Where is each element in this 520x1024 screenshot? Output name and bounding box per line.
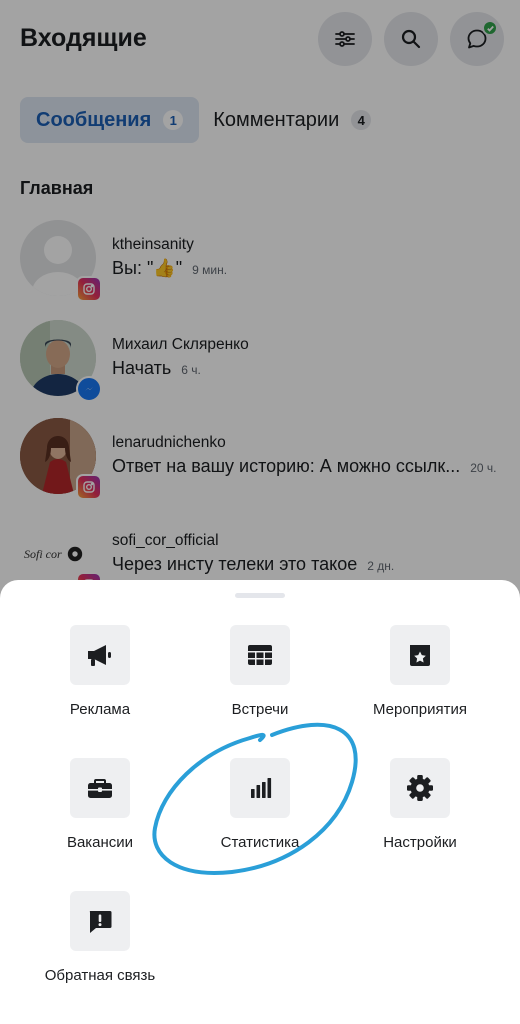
option-jobs[interactable]: Вакансии xyxy=(20,758,180,868)
option-icon-tile xyxy=(70,625,130,685)
option-statistics[interactable]: Статистика xyxy=(180,758,340,868)
option-label: Вакансии xyxy=(66,834,134,851)
feedback-icon xyxy=(89,911,112,933)
option-icon-tile xyxy=(390,758,450,818)
option-feedback[interactable]: Обратная связь xyxy=(20,891,180,1001)
gear-icon xyxy=(407,775,433,801)
option-meetings[interactable]: Встречи xyxy=(180,625,340,735)
option-label: Реклама xyxy=(69,701,131,718)
option-ads[interactable]: Реклама xyxy=(20,625,180,735)
calendar-icon xyxy=(248,645,272,665)
sheet-grabber[interactable] xyxy=(235,593,285,598)
more-options-sheet: Реклама Встречи Мероприятия Вакансии Ста… xyxy=(0,580,520,1024)
megaphone-icon xyxy=(88,645,111,666)
option-label: Обратная связь xyxy=(44,967,156,984)
option-label: Встречи xyxy=(231,701,289,718)
option-settings[interactable]: Настройки xyxy=(340,758,500,868)
briefcase-icon xyxy=(88,779,112,798)
option-label: Настройки xyxy=(383,834,457,851)
option-icon-tile xyxy=(390,625,450,685)
option-icon-tile xyxy=(70,891,130,951)
option-icon-tile xyxy=(230,758,290,818)
option-icon-tile xyxy=(230,625,290,685)
option-label: Мероприятия xyxy=(372,701,468,718)
option-label: Статистика xyxy=(220,834,300,851)
bar-chart-icon xyxy=(251,778,272,798)
event-star-icon xyxy=(410,645,430,666)
option-events[interactable]: Мероприятия xyxy=(340,625,500,735)
option-icon-tile xyxy=(70,758,130,818)
